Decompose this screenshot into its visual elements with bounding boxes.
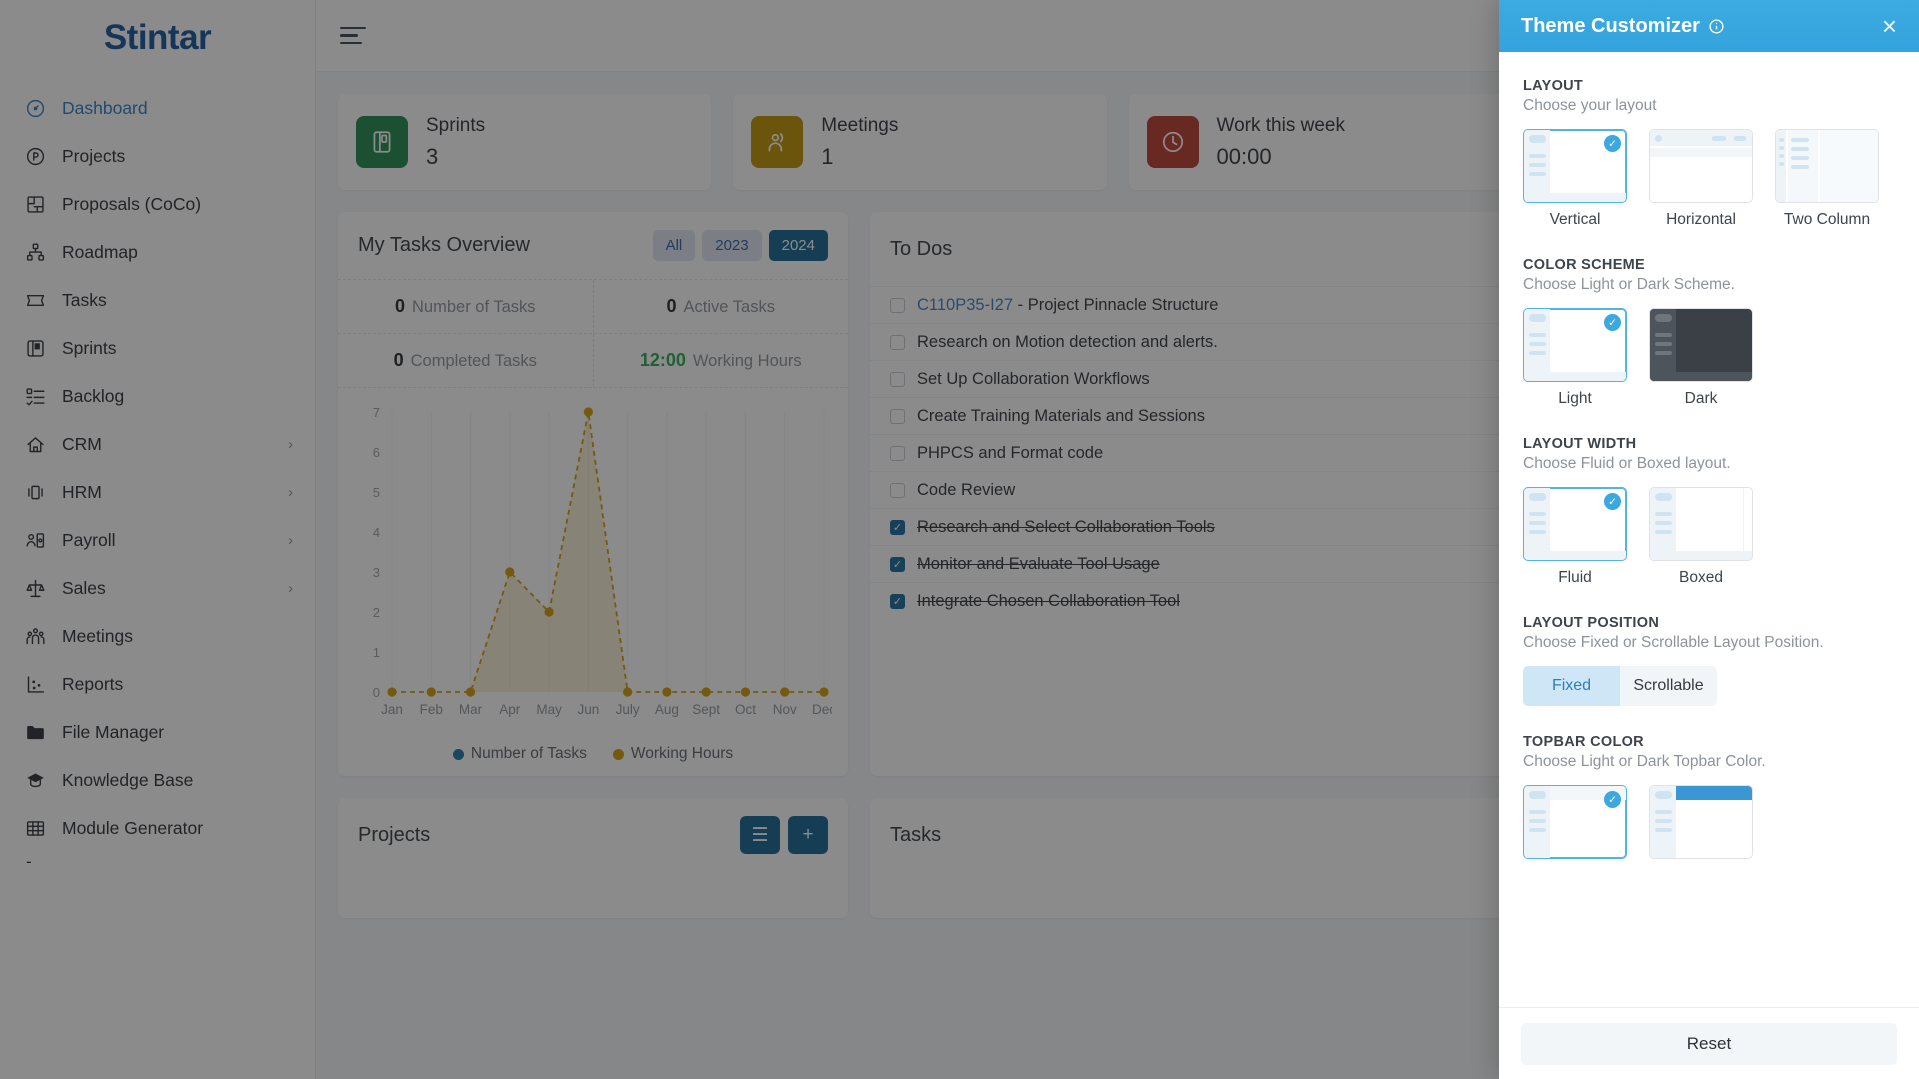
option-dark[interactable]: Dark (1649, 308, 1753, 408)
toggle-fixed[interactable]: Fixed (1523, 666, 1620, 706)
info-circle-icon[interactable] (1708, 18, 1725, 35)
option-two-column[interactable]: Two Column (1775, 129, 1879, 229)
option-thumbnail[interactable]: ✓ (1523, 129, 1627, 203)
section-subtitle: Choose Fixed or Scrollable Layout Positi… (1523, 634, 1824, 651)
reset-button[interactable]: Reset (1521, 1022, 1897, 1065)
check-icon: ✓ (1604, 493, 1621, 510)
panel-section-layout-width: LAYOUT WIDTH Choose Fluid or Boxed layout… (1523, 436, 1895, 587)
check-icon: ✓ (1604, 135, 1621, 152)
panel-section-layout: LAYOUT Choose your layout ✓ Vertical Horizon… (1523, 78, 1895, 229)
option-boxed[interactable]: Boxed (1649, 487, 1753, 587)
close-icon[interactable]: × (1882, 13, 1897, 39)
section-subtitle: Choose Light or Dark Scheme. (1523, 276, 1735, 293)
section-heading: LAYOUT POSITION (1523, 615, 1660, 631)
check-icon: ✓ (1604, 791, 1621, 808)
option-group: ✓ Light Dark (1523, 308, 1895, 408)
option-thumbnail[interactable] (1649, 308, 1753, 382)
option-label: Vertical (1549, 211, 1601, 228)
layout-position-toggle: Fixed Scrollable (1523, 666, 1717, 706)
option-label: Light (1558, 390, 1592, 407)
check-icon: ✓ (1604, 314, 1621, 331)
section-heading: LAYOUT WIDTH (1523, 436, 1637, 452)
panel-section-topbar-color: TOPBAR COLOR Choose Light or Dark Topbar … (1523, 734, 1895, 859)
option-thumbnail[interactable]: ✓ (1523, 785, 1627, 859)
panel-section-color-scheme: COLOR SCHEME Choose Light or Dark Scheme.… (1523, 257, 1895, 408)
section-heading: LAYOUT (1523, 78, 1584, 94)
section-heading: COLOR SCHEME (1523, 257, 1646, 273)
option-light[interactable]: ✓ (1523, 785, 1627, 859)
section-subtitle: Choose Fluid or Boxed layout. (1523, 455, 1731, 472)
panel-title: Theme Customizer (1521, 14, 1700, 37)
panel-section-layout-position: LAYOUT POSITION Choose Fixed or Scrollabl… (1523, 615, 1895, 706)
option-horizontal[interactable]: Horizontal (1649, 129, 1753, 229)
section-heading: TOPBAR COLOR (1523, 734, 1644, 750)
option-thumbnail[interactable] (1775, 129, 1879, 203)
option-thumbnail[interactable]: ✓ (1523, 487, 1627, 561)
toggle-scrollable[interactable]: Scrollable (1620, 666, 1717, 706)
option-group: ✓ Vertical Horizontal Two Column (1523, 129, 1895, 229)
option-vertical[interactable]: ✓ Vertical (1523, 129, 1627, 229)
option-group: ✓ (1523, 785, 1895, 859)
option-label: Horizontal (1666, 211, 1736, 228)
option-dark[interactable] (1649, 785, 1753, 859)
option-label: Two Column (1783, 211, 1871, 228)
option-label: Dark (1684, 390, 1718, 407)
option-light[interactable]: ✓ Light (1523, 308, 1627, 408)
section-subtitle: Choose Light or Dark Topbar Color. (1523, 753, 1766, 770)
panel-header: Theme Customizer × (1499, 0, 1919, 52)
theme-customizer-panel: Theme Customizer × LAYOUT Choose your lay… (1499, 0, 1919, 1079)
panel-body: LAYOUT Choose your layout ✓ Vertical Horizon… (1499, 52, 1919, 1007)
option-thumbnail[interactable] (1649, 487, 1753, 561)
section-subtitle: Choose your layout (1523, 97, 1657, 114)
option-group: ✓ Fluid Boxed (1523, 487, 1895, 587)
panel-footer: Reset (1499, 1007, 1919, 1079)
option-thumbnail[interactable] (1649, 129, 1753, 203)
option-fluid[interactable]: ✓ Fluid (1523, 487, 1627, 587)
option-thumbnail[interactable] (1649, 785, 1753, 859)
option-label: Fluid (1558, 569, 1592, 586)
option-label: Boxed (1679, 569, 1723, 586)
option-thumbnail[interactable]: ✓ (1523, 308, 1627, 382)
